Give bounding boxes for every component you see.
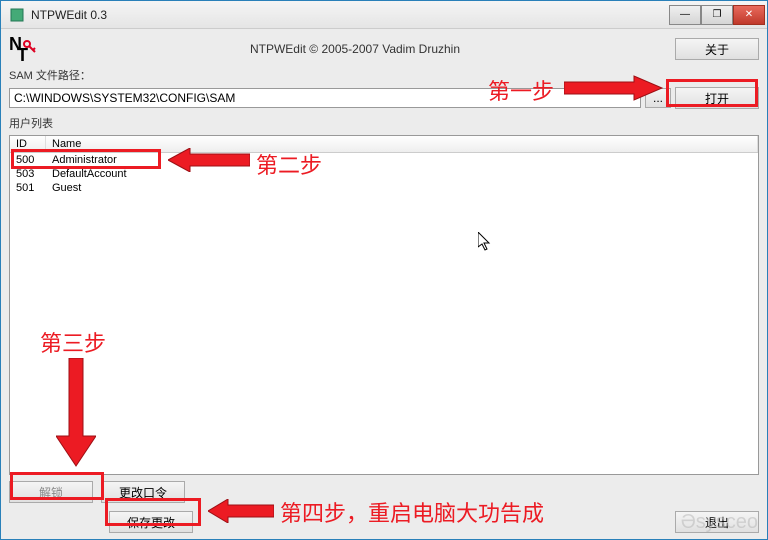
app-logo: N T (9, 36, 35, 62)
user-listbox: ID Name 500 Administrator 503 DefaultAcc… (9, 135, 759, 475)
save-changes-button[interactable]: 保存更改 (109, 511, 193, 533)
app-icon (9, 7, 25, 23)
browse-button[interactable]: ... (645, 88, 671, 108)
open-button[interactable]: 打开 (675, 87, 759, 109)
list-item[interactable]: 500 Administrator (10, 153, 758, 167)
about-button[interactable]: 关于 (675, 38, 759, 60)
sam-path-input[interactable] (9, 88, 641, 108)
ntpwedit-window: NTPWEdit 0.3 — ❐ ✕ N T NTPWEdit © 2005-2… (0, 0, 768, 540)
unlock-button[interactable]: 解锁 (9, 481, 93, 503)
col-id-header[interactable]: ID (10, 136, 46, 152)
list-header: ID Name (10, 136, 758, 153)
change-password-button[interactable]: 更改口令 (101, 481, 185, 503)
window-title: NTPWEdit 0.3 (31, 8, 669, 22)
copyright-text: NTPWEdit © 2005-2007 Vadim Druzhin (39, 42, 671, 56)
list-item[interactable]: 501 Guest (10, 181, 758, 195)
userlist-label: 用户列表 (9, 115, 759, 131)
list-item[interactable]: 503 DefaultAccount (10, 167, 758, 181)
close-button[interactable]: ✕ (733, 5, 765, 25)
titlebar[interactable]: NTPWEdit 0.3 — ❐ ✕ (1, 1, 767, 29)
path-label: SAM 文件路径： (9, 67, 759, 83)
watermark: Əsysceo (681, 511, 758, 534)
maximize-button[interactable]: ❐ (701, 5, 733, 25)
minimize-button[interactable]: — (669, 5, 701, 25)
client-area: N T NTPWEdit © 2005-2007 Vadim Druzhin 关… (1, 29, 767, 539)
col-name-header[interactable]: Name (46, 136, 758, 152)
